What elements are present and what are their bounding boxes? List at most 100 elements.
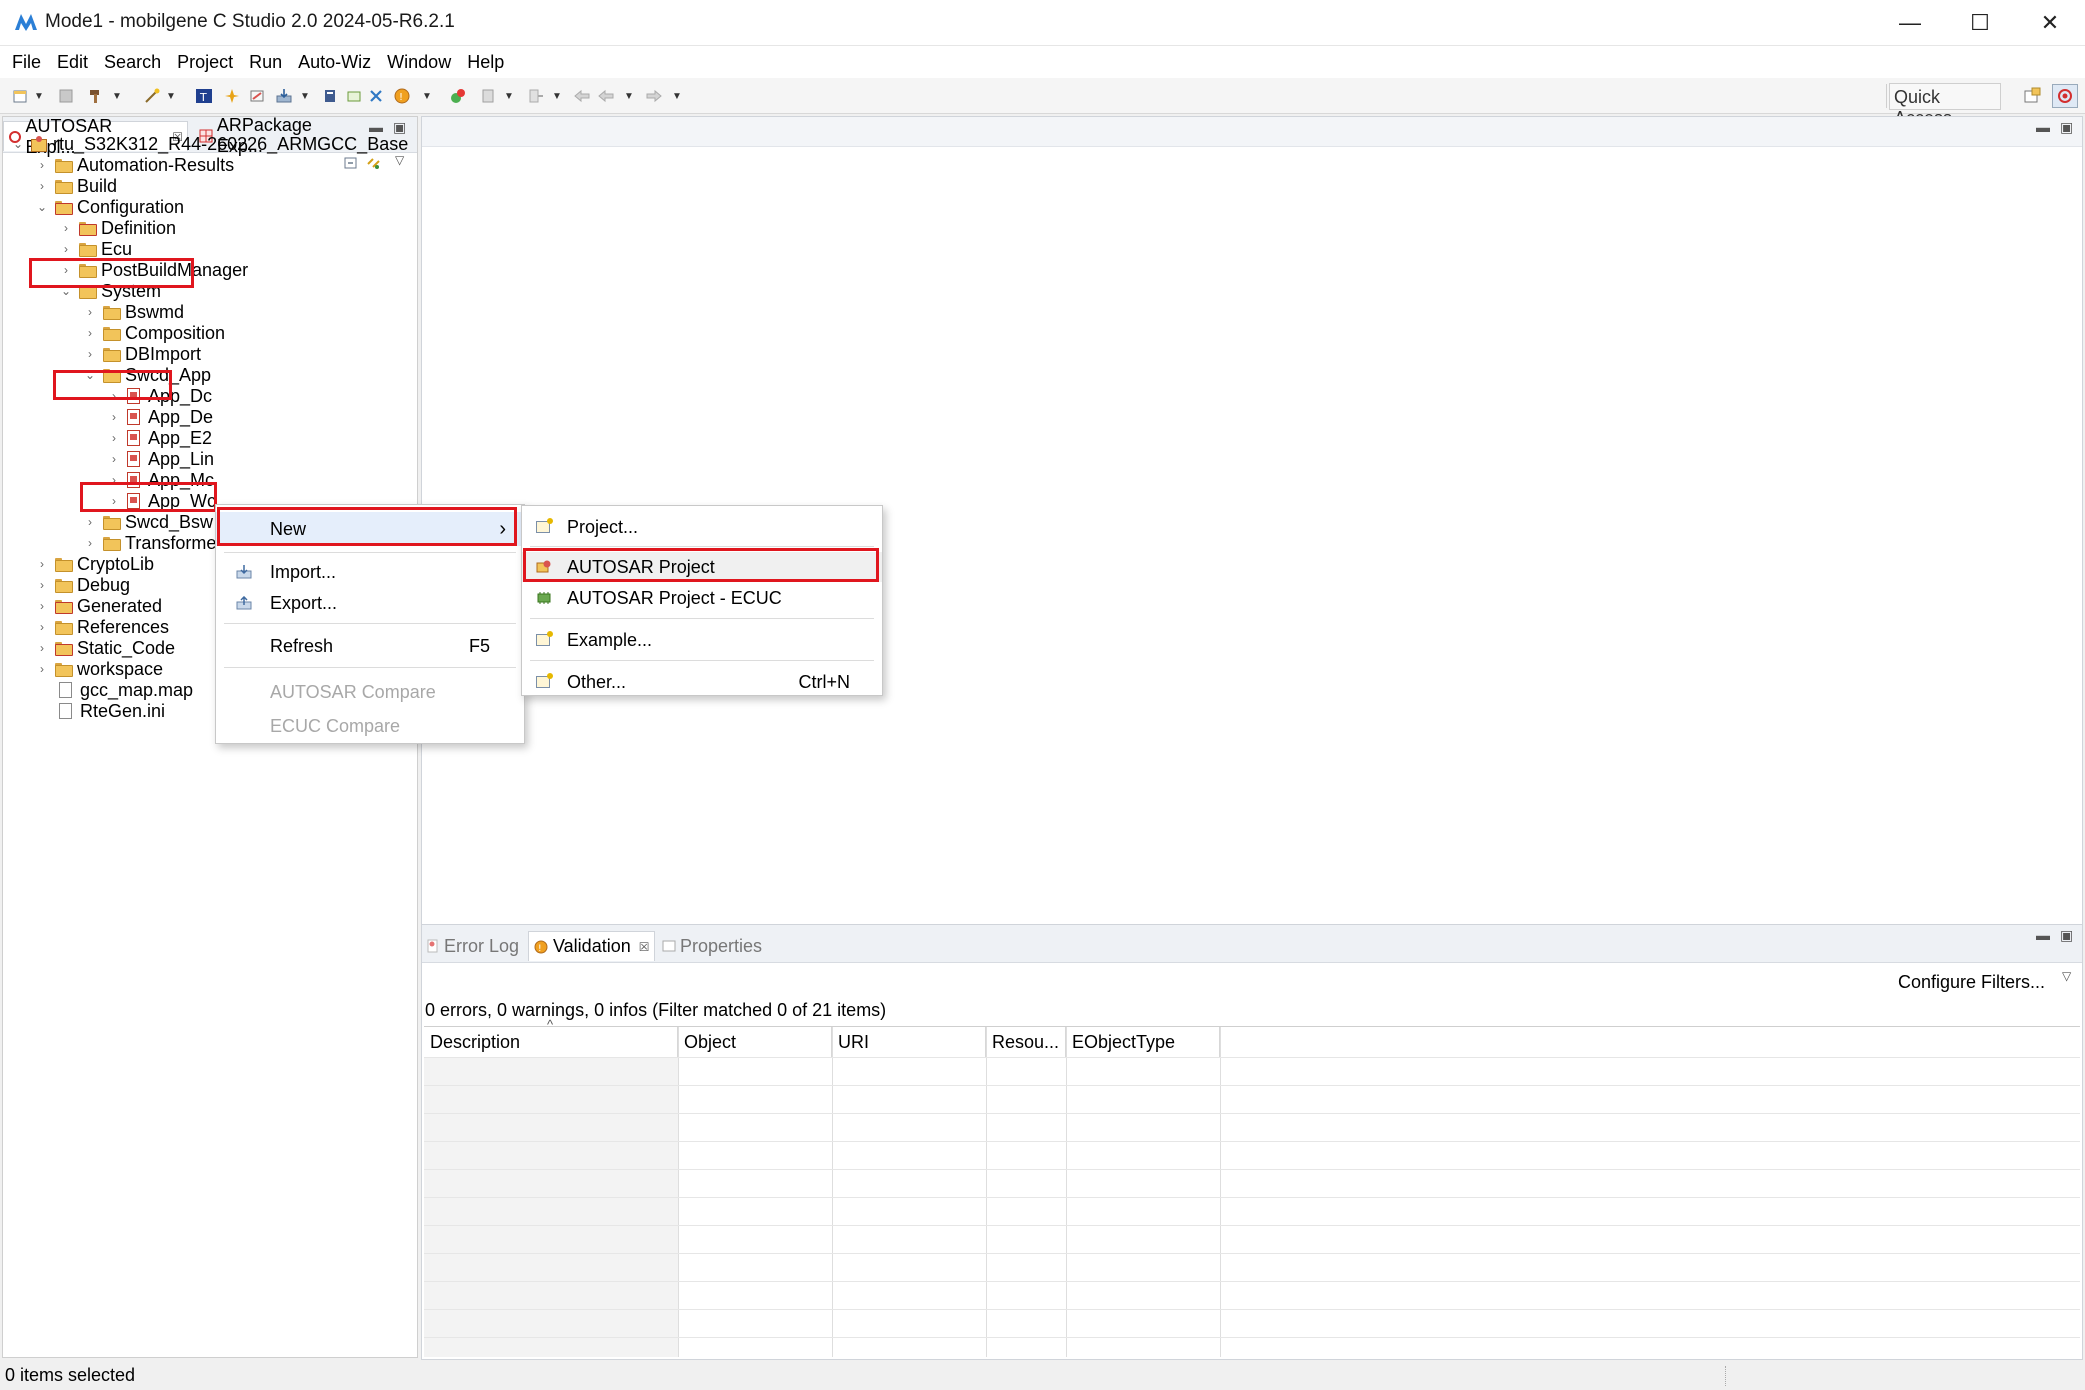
new-icon[interactable] — [10, 86, 30, 106]
bottom-maximize-icon[interactable]: ▣ — [2060, 927, 2073, 944]
tree-chevron-icon[interactable]: › — [35, 179, 49, 193]
tree-chevron-icon[interactable]: ⌄ — [11, 137, 25, 151]
autosar-perspective-icon[interactable] — [2052, 84, 2078, 108]
tree-chevron-icon[interactable]: › — [83, 515, 97, 529]
menu-auto-wiz[interactable]: Auto-Wiz — [292, 52, 381, 73]
menu-edit[interactable]: Edit — [51, 52, 98, 73]
status-divider — [1725, 1366, 1727, 1386]
menu-item-ecuc-compare: ECUC Compare — [216, 711, 524, 741]
maximize-button[interactable]: ☐ — [1945, 0, 2015, 46]
panel-icon[interactable] — [344, 86, 364, 106]
tree-chevron-icon[interactable]: › — [35, 599, 49, 613]
next-annotation-icon[interactable] — [526, 86, 546, 106]
tree-item-rtegen-ini[interactable]: RteGen.ini — [59, 698, 165, 724]
import-tool-icon[interactable] — [274, 86, 294, 106]
spark-icon[interactable] — [222, 86, 242, 106]
debug-dropdown-icon[interactable]: ▼ — [504, 87, 516, 105]
open-perspective-icon[interactable] — [2022, 86, 2042, 106]
tree-chevron-icon[interactable]: › — [83, 305, 97, 319]
back-icon[interactable] — [572, 86, 592, 106]
tree-chevron-icon[interactable]: › — [35, 662, 49, 676]
forward-icon[interactable] — [644, 86, 664, 106]
tree-chevron-icon[interactable]: ⌄ — [35, 200, 49, 214]
submenu-item-other[interactable]: Other... Ctrl+N — [522, 667, 882, 697]
column-resource[interactable]: Resou... — [986, 1027, 1066, 1057]
menu-run[interactable]: Run — [243, 52, 292, 73]
new-dropdown-icon[interactable]: ▼ — [34, 87, 46, 105]
collapse-all-icon[interactable] — [343, 155, 359, 177]
validation-panel: Error Log ! Validation ☒ Properties ▬ ▣ … — [421, 924, 2083, 1360]
tab-properties[interactable]: Properties — [662, 931, 762, 961]
annotation-dropdown-icon[interactable]: ▼ — [552, 87, 564, 105]
forward-dropdown-icon[interactable]: ▼ — [672, 87, 684, 105]
menu-file[interactable]: File — [6, 52, 51, 73]
validate-icon[interactable]: ! — [392, 86, 412, 106]
build-hammer-icon[interactable] — [86, 86, 106, 106]
column-uri[interactable]: URI — [832, 1027, 986, 1057]
tree-chevron-icon[interactable]: › — [35, 158, 49, 172]
status-bar: 0 items selected — [0, 1362, 2085, 1390]
import-dropdown-icon[interactable]: ▼ — [300, 87, 312, 105]
column-object[interactable]: Object — [678, 1027, 832, 1057]
book-icon[interactable] — [320, 86, 340, 106]
toolbar-divider — [1886, 84, 1887, 108]
generate-icon[interactable] — [248, 86, 268, 106]
tree-chevron-icon[interactable]: › — [35, 620, 49, 634]
submenu-item-project[interactable]: Project... — [522, 512, 882, 542]
build-dropdown-icon[interactable]: ▼ — [112, 87, 124, 105]
close-window-button[interactable]: ✕ — [2015, 0, 2085, 46]
folder-icon — [55, 159, 73, 173]
minimize-button[interactable]: — — [1875, 0, 1945, 46]
wizard-dropdown-icon[interactable]: ▼ — [166, 87, 178, 105]
menu-search[interactable]: Search — [98, 52, 171, 73]
tree-chevron-icon[interactable]: › — [59, 242, 73, 256]
import-icon — [236, 565, 252, 579]
close-tab-icon[interactable]: ☒ — [639, 940, 650, 954]
menu-window[interactable]: Window — [381, 52, 461, 73]
tab-validation[interactable]: ! Validation ☒ — [528, 931, 655, 961]
back-alt-icon[interactable] — [596, 86, 616, 106]
column-label: URI — [838, 1031, 869, 1052]
grid-row-line — [424, 1085, 2080, 1086]
menu-item-export[interactable]: Export... — [216, 588, 524, 618]
grid-divider — [678, 1027, 679, 1357]
menu-item-refresh[interactable]: Refresh F5 — [216, 631, 524, 661]
menu-project[interactable]: Project — [171, 52, 243, 73]
submenu-item-autosar-project-ecuc[interactable]: AUTOSAR Project - ECUC — [522, 583, 882, 613]
terminal-icon[interactable]: T — [194, 86, 214, 106]
column-eobjecttype[interactable]: EObjectType — [1066, 1027, 1220, 1057]
tree-chevron-icon[interactable]: › — [83, 536, 97, 550]
file-icon — [59, 703, 72, 719]
tree-chevron-icon[interactable]: › — [59, 221, 73, 235]
debug-icon[interactable] — [478, 86, 498, 106]
quick-access-input[interactable]: Quick Access — [1889, 83, 2001, 128]
tree-chevron-icon[interactable]: › — [35, 557, 49, 571]
save-icon[interactable] — [56, 86, 76, 106]
menu-item-import[interactable]: Import... — [216, 557, 524, 587]
highlight-configuration — [29, 258, 194, 288]
menu-separator — [224, 667, 516, 668]
view-menu-icon[interactable]: ▽ — [2062, 969, 2071, 983]
tree-chevron-icon[interactable]: › — [107, 431, 121, 445]
validate-dropdown-icon[interactable]: ▼ — [422, 87, 434, 105]
run-icon[interactable] — [448, 86, 468, 106]
submenu-item-example[interactable]: Example... — [522, 625, 882, 655]
editor-maximize-icon[interactable]: ▣ — [2060, 119, 2073, 136]
configure-filters-link[interactable]: Configure Filters... — [1898, 972, 2045, 993]
tree-chevron-icon[interactable]: › — [107, 452, 121, 466]
back-dropdown-icon[interactable]: ▼ — [624, 87, 636, 105]
tree-chevron-icon[interactable]: › — [35, 578, 49, 592]
bottom-minimize-icon[interactable]: ▬ — [2036, 927, 2050, 943]
tree-chevron-icon[interactable]: › — [83, 326, 97, 340]
editor-minimize-icon[interactable]: ▬ — [2036, 119, 2050, 135]
tree-chevron-icon[interactable]: › — [35, 641, 49, 655]
menu-separator — [530, 546, 874, 547]
link-with-editor-icon[interactable] — [365, 155, 383, 177]
folder-icon — [103, 327, 121, 341]
menu-help[interactable]: Help — [461, 52, 514, 73]
tree-chevron-icon[interactable]: › — [107, 410, 121, 424]
wizard-icon[interactable] — [142, 86, 162, 106]
mapping-icon[interactable] — [366, 86, 386, 106]
tab-error-log[interactable]: Error Log — [426, 931, 519, 961]
tree-chevron-icon[interactable]: › — [83, 347, 97, 361]
